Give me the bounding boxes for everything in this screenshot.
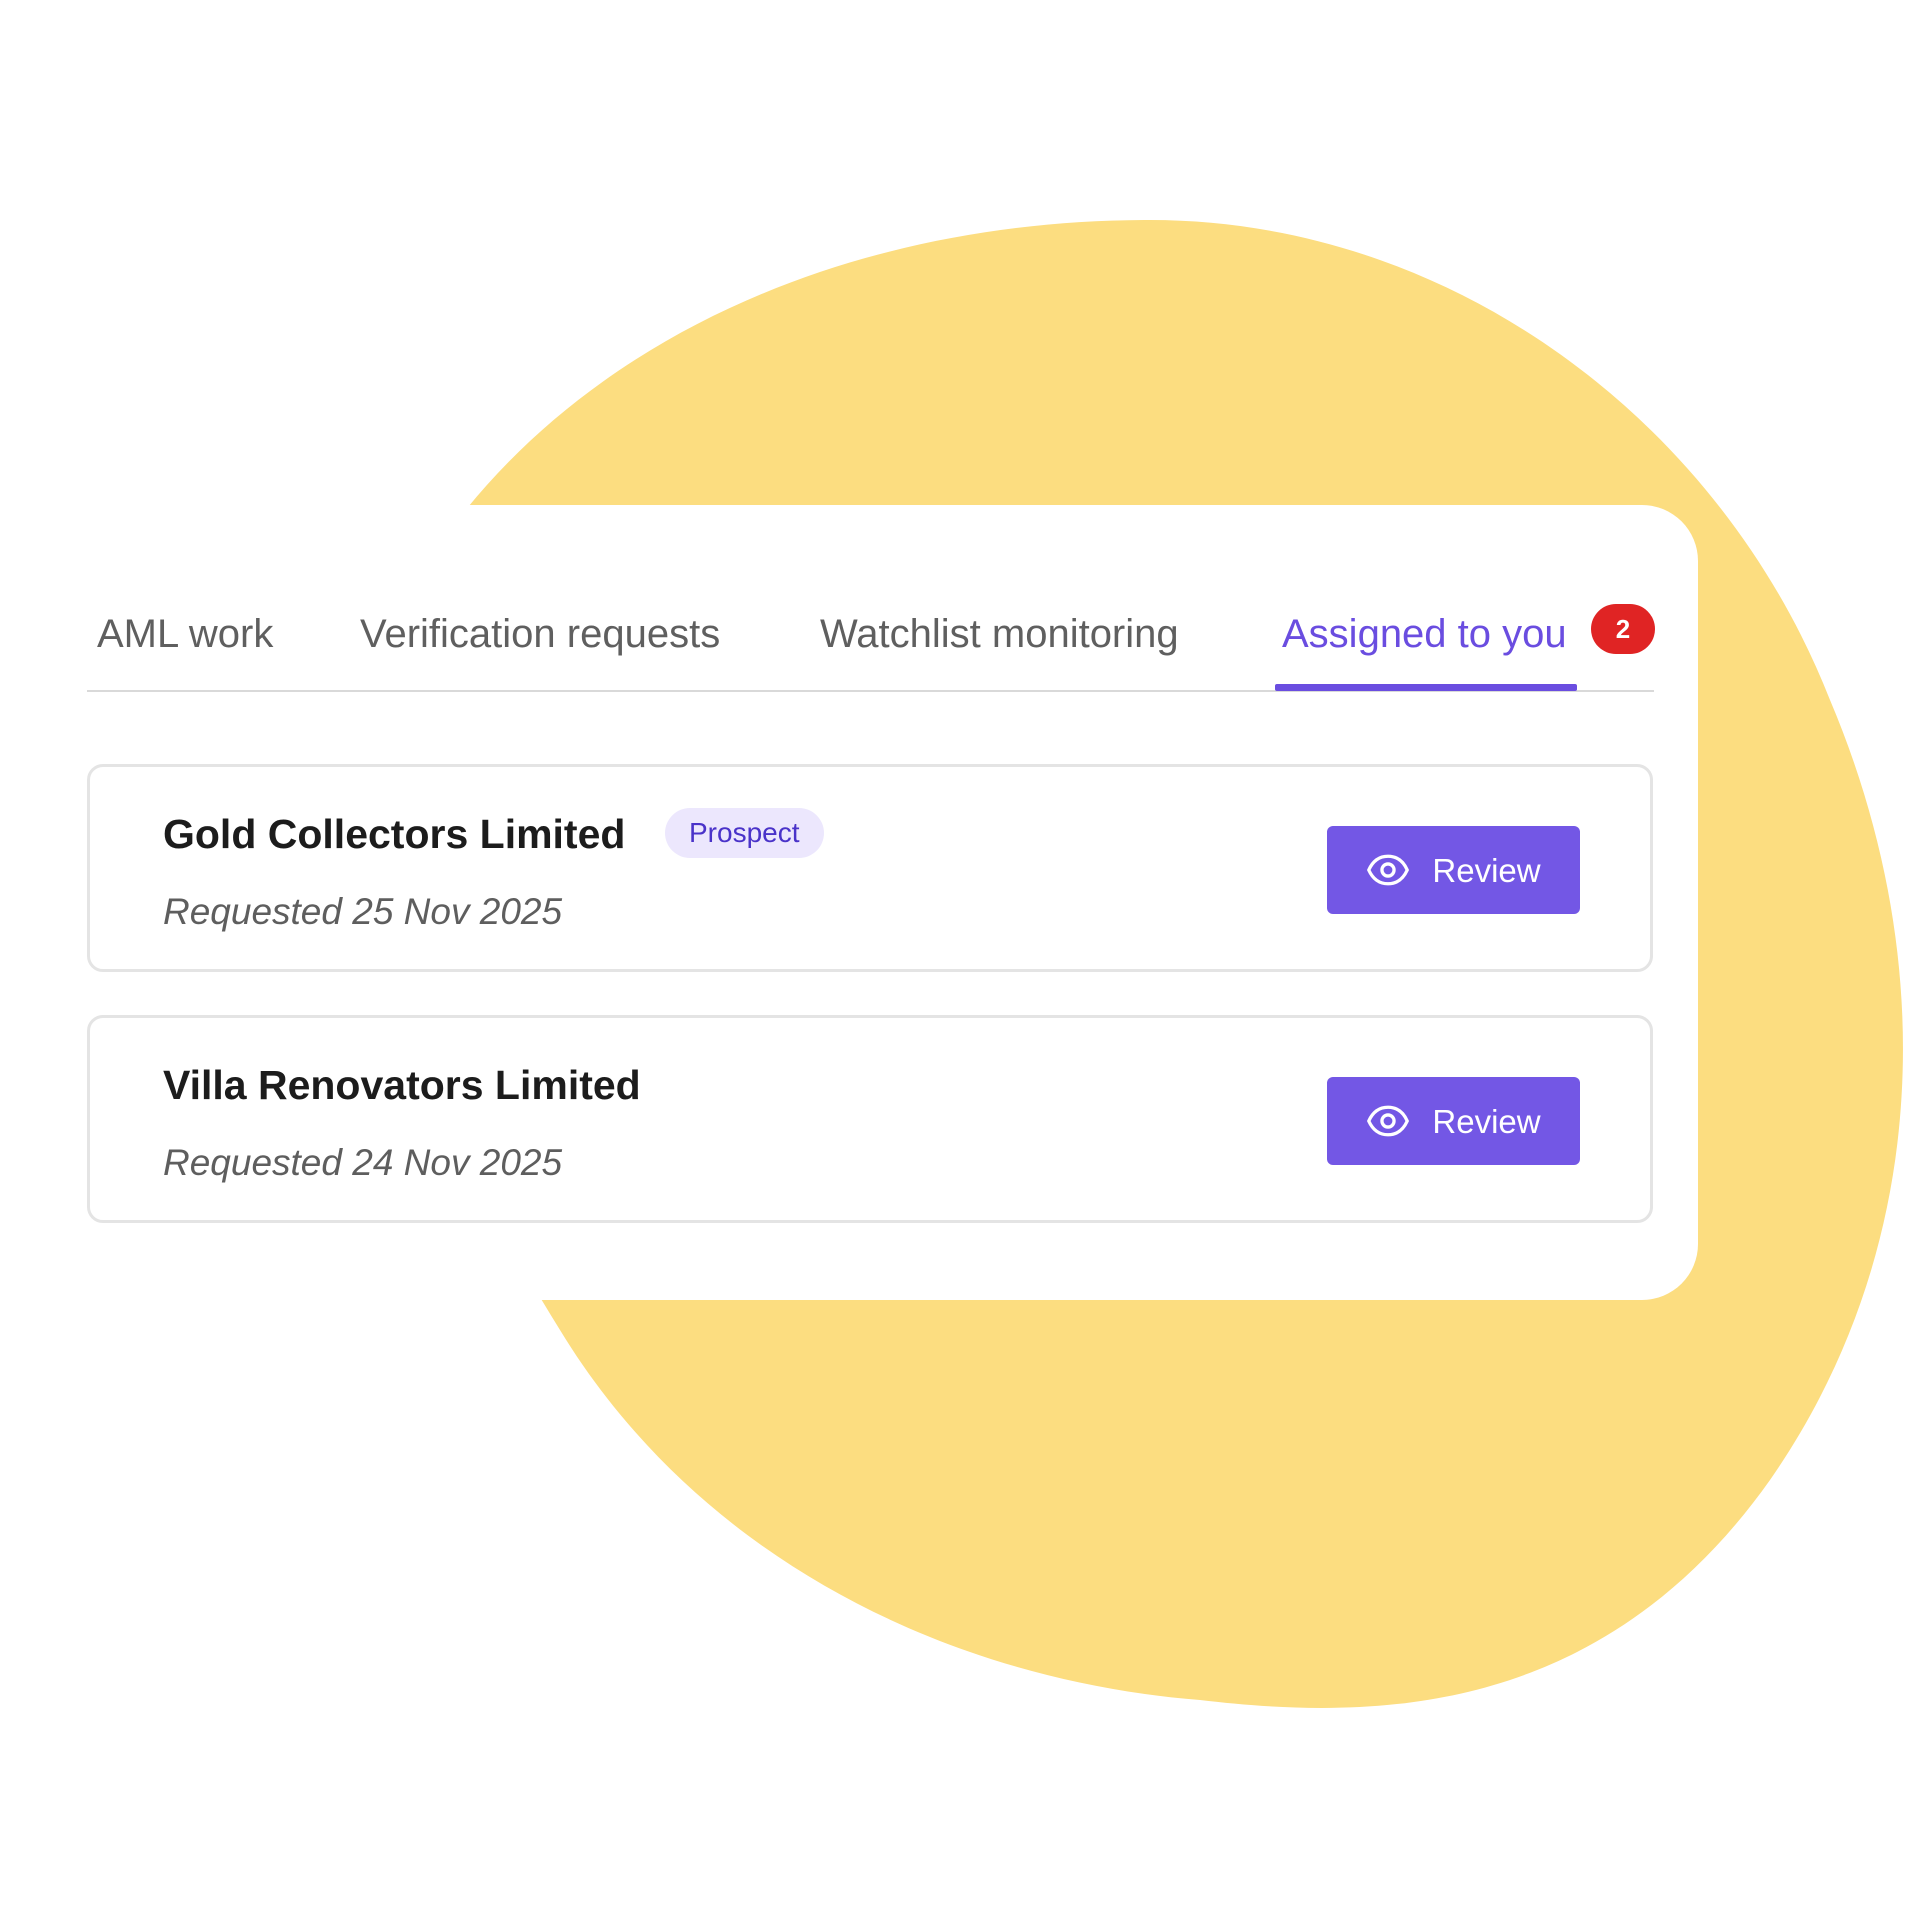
tab-aml-work[interactable]: AML work: [97, 612, 273, 657]
active-tab-indicator: [1275, 684, 1577, 691]
eye-icon: [1367, 854, 1410, 886]
status-tag: Prospect: [665, 808, 824, 858]
tab-assigned-to-you[interactable]: Assigned to you: [1282, 612, 1567, 657]
requested-date: Requested 25 Nov 2025: [163, 891, 563, 932]
tab-bar: AML work Verification requests Watchlist…: [87, 586, 1655, 692]
assigned-count-badge: 2: [1591, 604, 1655, 654]
tab-watchlist-monitoring[interactable]: Watchlist monitoring: [820, 612, 1179, 657]
request-card: Gold Collectors Limited Prospect Request…: [87, 764, 1653, 972]
review-button[interactable]: Review: [1327, 1077, 1580, 1165]
tab-verification-requests[interactable]: Verification requests: [360, 612, 720, 657]
review-button-label: Review: [1432, 851, 1541, 889]
review-button-label: Review: [1432, 1102, 1541, 1140]
company-name: Gold Collectors Limited: [163, 811, 626, 857]
review-button[interactable]: Review: [1327, 826, 1580, 914]
eye-icon: [1367, 1105, 1410, 1137]
requested-date: Requested 24 Nov 2025: [163, 1142, 563, 1183]
stage: AML work Verification requests Watchlist…: [0, 0, 1920, 1920]
request-card: Villa Renovators Limited Requested 24 No…: [87, 1015, 1653, 1223]
company-name: Villa Renovators Limited: [163, 1062, 641, 1108]
